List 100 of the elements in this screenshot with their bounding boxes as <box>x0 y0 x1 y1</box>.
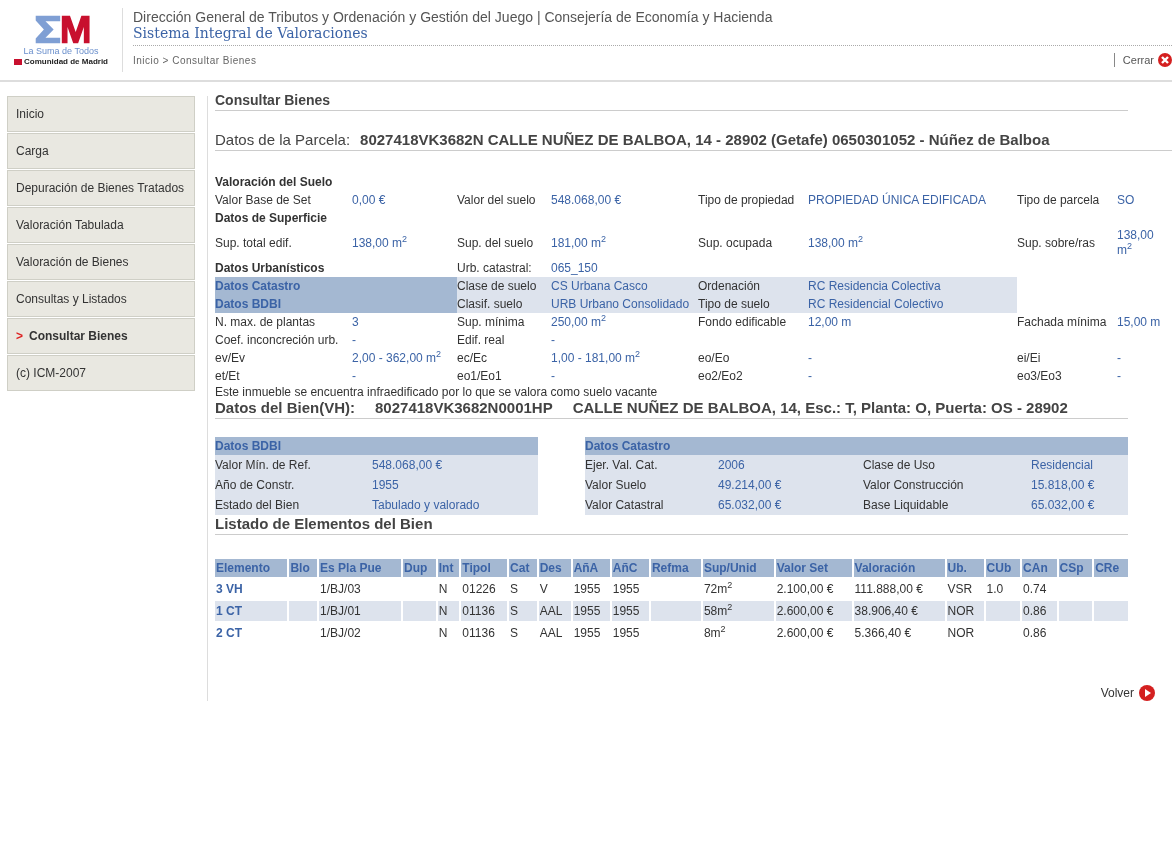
table-cell-text: 1955 <box>572 581 602 598</box>
table-cell: 0.86 <box>1022 601 1057 621</box>
table-cell-text: S <box>509 581 520 598</box>
field-value: SO <box>1117 192 1135 207</box>
column-header: Ub. <box>946 559 984 577</box>
column-header: CSp <box>1058 559 1093 577</box>
field-value: - <box>551 368 555 383</box>
field-label: Valor del suelo <box>457 192 536 207</box>
field-value: 0,00 € <box>352 192 386 207</box>
table-cell: S <box>509 601 537 621</box>
column-header: Des <box>538 559 571 577</box>
table-cell-text: 1955 <box>611 625 641 642</box>
field-label: Tipo de suelo <box>698 296 770 311</box>
section-heading: Datos Catastro <box>215 278 301 293</box>
field-value: 138,00 m$^{2}$ <box>352 235 408 250</box>
column-header: Elemento <box>215 559 288 577</box>
field-label: Edif. real <box>457 332 505 347</box>
sidebar-item[interactable]: Consultas y Listados <box>7 281 195 317</box>
field-label: Ejer. Val. Cat. <box>585 458 658 472</box>
logo-tagline: La Suma de Todos <box>23 46 99 56</box>
field-label: Sup. ocupada <box>698 235 773 250</box>
close-link[interactable]: Cerrar <box>1113 53 1172 67</box>
column-header: Int <box>437 559 460 577</box>
flag-icon <box>14 58 22 65</box>
sidebar-item[interactable]: Inicio <box>7 96 195 132</box>
field-value: 065_150 <box>551 260 598 275</box>
field-value: 138,00 m$^{2}$ <box>1117 228 1154 257</box>
table-cell-text: 1/BJ/02 <box>319 625 362 642</box>
field-value: RC Residencia Colectiva <box>808 278 941 293</box>
column-header: AñA <box>572 559 610 577</box>
field-value: PROPIEDAD ÚNICA EDIFICADA <box>808 192 987 207</box>
sidebar-item[interactable]: Depuración de Bienes Tratados <box>7 170 195 206</box>
field-value: 49.214,00 € <box>718 478 782 492</box>
sidebar-item[interactable]: (c) ICM-2007 <box>7 355 195 391</box>
section-heading: Datos BDBI <box>215 296 281 311</box>
field-value: 65.032,00 € <box>1031 498 1095 512</box>
note-text: Este inmueble se encuentra infraedificado por lo que se valora como suelo vacante <box>215 385 659 399</box>
field-label: Valor Suelo <box>585 478 647 492</box>
field-value: 15.818,00 € <box>1031 478 1095 492</box>
field-value: - <box>1117 350 1121 365</box>
field-value: Residencial <box>1031 458 1094 472</box>
table-cell: 01136 <box>461 601 508 621</box>
panel-header: Datos Catastro <box>585 437 1128 455</box>
property-address: CALLE NUÑEZ DE BALBOA, 14, Esc.: T, Planta: O, Puerta: OS - 28902 <box>572 399 1068 416</box>
field-value: 12,00 m <box>808 314 852 329</box>
field-label: Urb. catastral: <box>457 260 532 275</box>
field-value: 2006 <box>718 458 745 472</box>
field-value: - <box>352 332 356 347</box>
field-label: Año de Constr. <box>215 478 295 492</box>
table-cell-text: 2 CT <box>215 625 243 642</box>
field-label: Sup. total edif. <box>215 235 292 250</box>
field-value: 138,00 m$^{2}$ <box>808 235 864 250</box>
field-label: Valor Construcción <box>863 478 964 492</box>
field-label: Estado del Bien <box>215 498 300 512</box>
field-value: URB Urbano Consolidado <box>551 296 690 311</box>
column-header: CUb <box>985 559 1021 577</box>
field-value: - <box>808 350 812 365</box>
property-reference: 8027418VK3682N0001HP <box>375 399 553 416</box>
field-value: 181,00 m$^{2}$ <box>551 235 607 250</box>
table-cell-text: 01136 <box>461 625 496 642</box>
field-label: Ordenación <box>698 278 761 293</box>
field-value: 65.032,00 € <box>718 498 782 512</box>
table-cell-text: N <box>437 625 449 642</box>
table-cell-text: 01226 <box>461 581 497 598</box>
column-header: CRe <box>1094 559 1128 577</box>
back-link[interactable]: Volver <box>1100 685 1155 701</box>
field-label: N. max. de plantas <box>215 314 316 329</box>
table-cell-text: VSR <box>946 581 974 598</box>
table-cell-text: 8m$^{2}$ <box>702 623 727 642</box>
section-heading: Datos de Superficie <box>215 210 328 225</box>
field-label: Sup. mínima <box>457 314 525 329</box>
field-label: et/Et <box>215 368 240 383</box>
sidebar-item[interactable]: Valoración de Bienes <box>7 244 195 280</box>
field-label: Clase de Uso <box>863 458 936 472</box>
field-label: Base Liquidable <box>863 498 949 512</box>
sidebar-item[interactable]: Carga <box>7 133 195 169</box>
field-value: - <box>352 368 356 383</box>
field-label: Valor Mín. de Ref. <box>215 458 311 472</box>
field-value: 250,00 m$^{2}$ <box>551 314 607 329</box>
table-cell: 38.906,40 € <box>853 601 945 621</box>
panel-header: Datos BDBI <box>215 437 538 455</box>
column-header: AñC <box>611 559 649 577</box>
column-header: Blo <box>289 559 318 577</box>
field-value: 2,00 - 362,00 m$^{2}$ <box>352 350 442 365</box>
table-cell-text: 1955 <box>611 581 641 598</box>
field-label: eo1/Eo1 <box>457 368 502 383</box>
field-value: - <box>808 368 812 383</box>
sidebar-item[interactable]: Valoración Tabulada <box>7 207 195 243</box>
field-label: Clase de suelo <box>457 278 537 293</box>
table-cell-text: 0.74 <box>1022 581 1048 598</box>
field-label: Fondo edificable <box>698 314 787 329</box>
table-cell-text: 2.100,00 € <box>775 581 835 598</box>
table-cell-text: V <box>538 581 549 598</box>
table-cell-text: NOR <box>946 625 976 642</box>
column-header: Cat <box>509 559 537 577</box>
close-icon <box>1158 53 1172 67</box>
field-label: Sup. del suelo <box>457 235 534 250</box>
field-label: Valor Catastral <box>585 498 664 512</box>
field-label: Tipo de parcela <box>1017 192 1100 207</box>
sidebar-item[interactable]: > Consultar Bienes <box>7 318 195 354</box>
